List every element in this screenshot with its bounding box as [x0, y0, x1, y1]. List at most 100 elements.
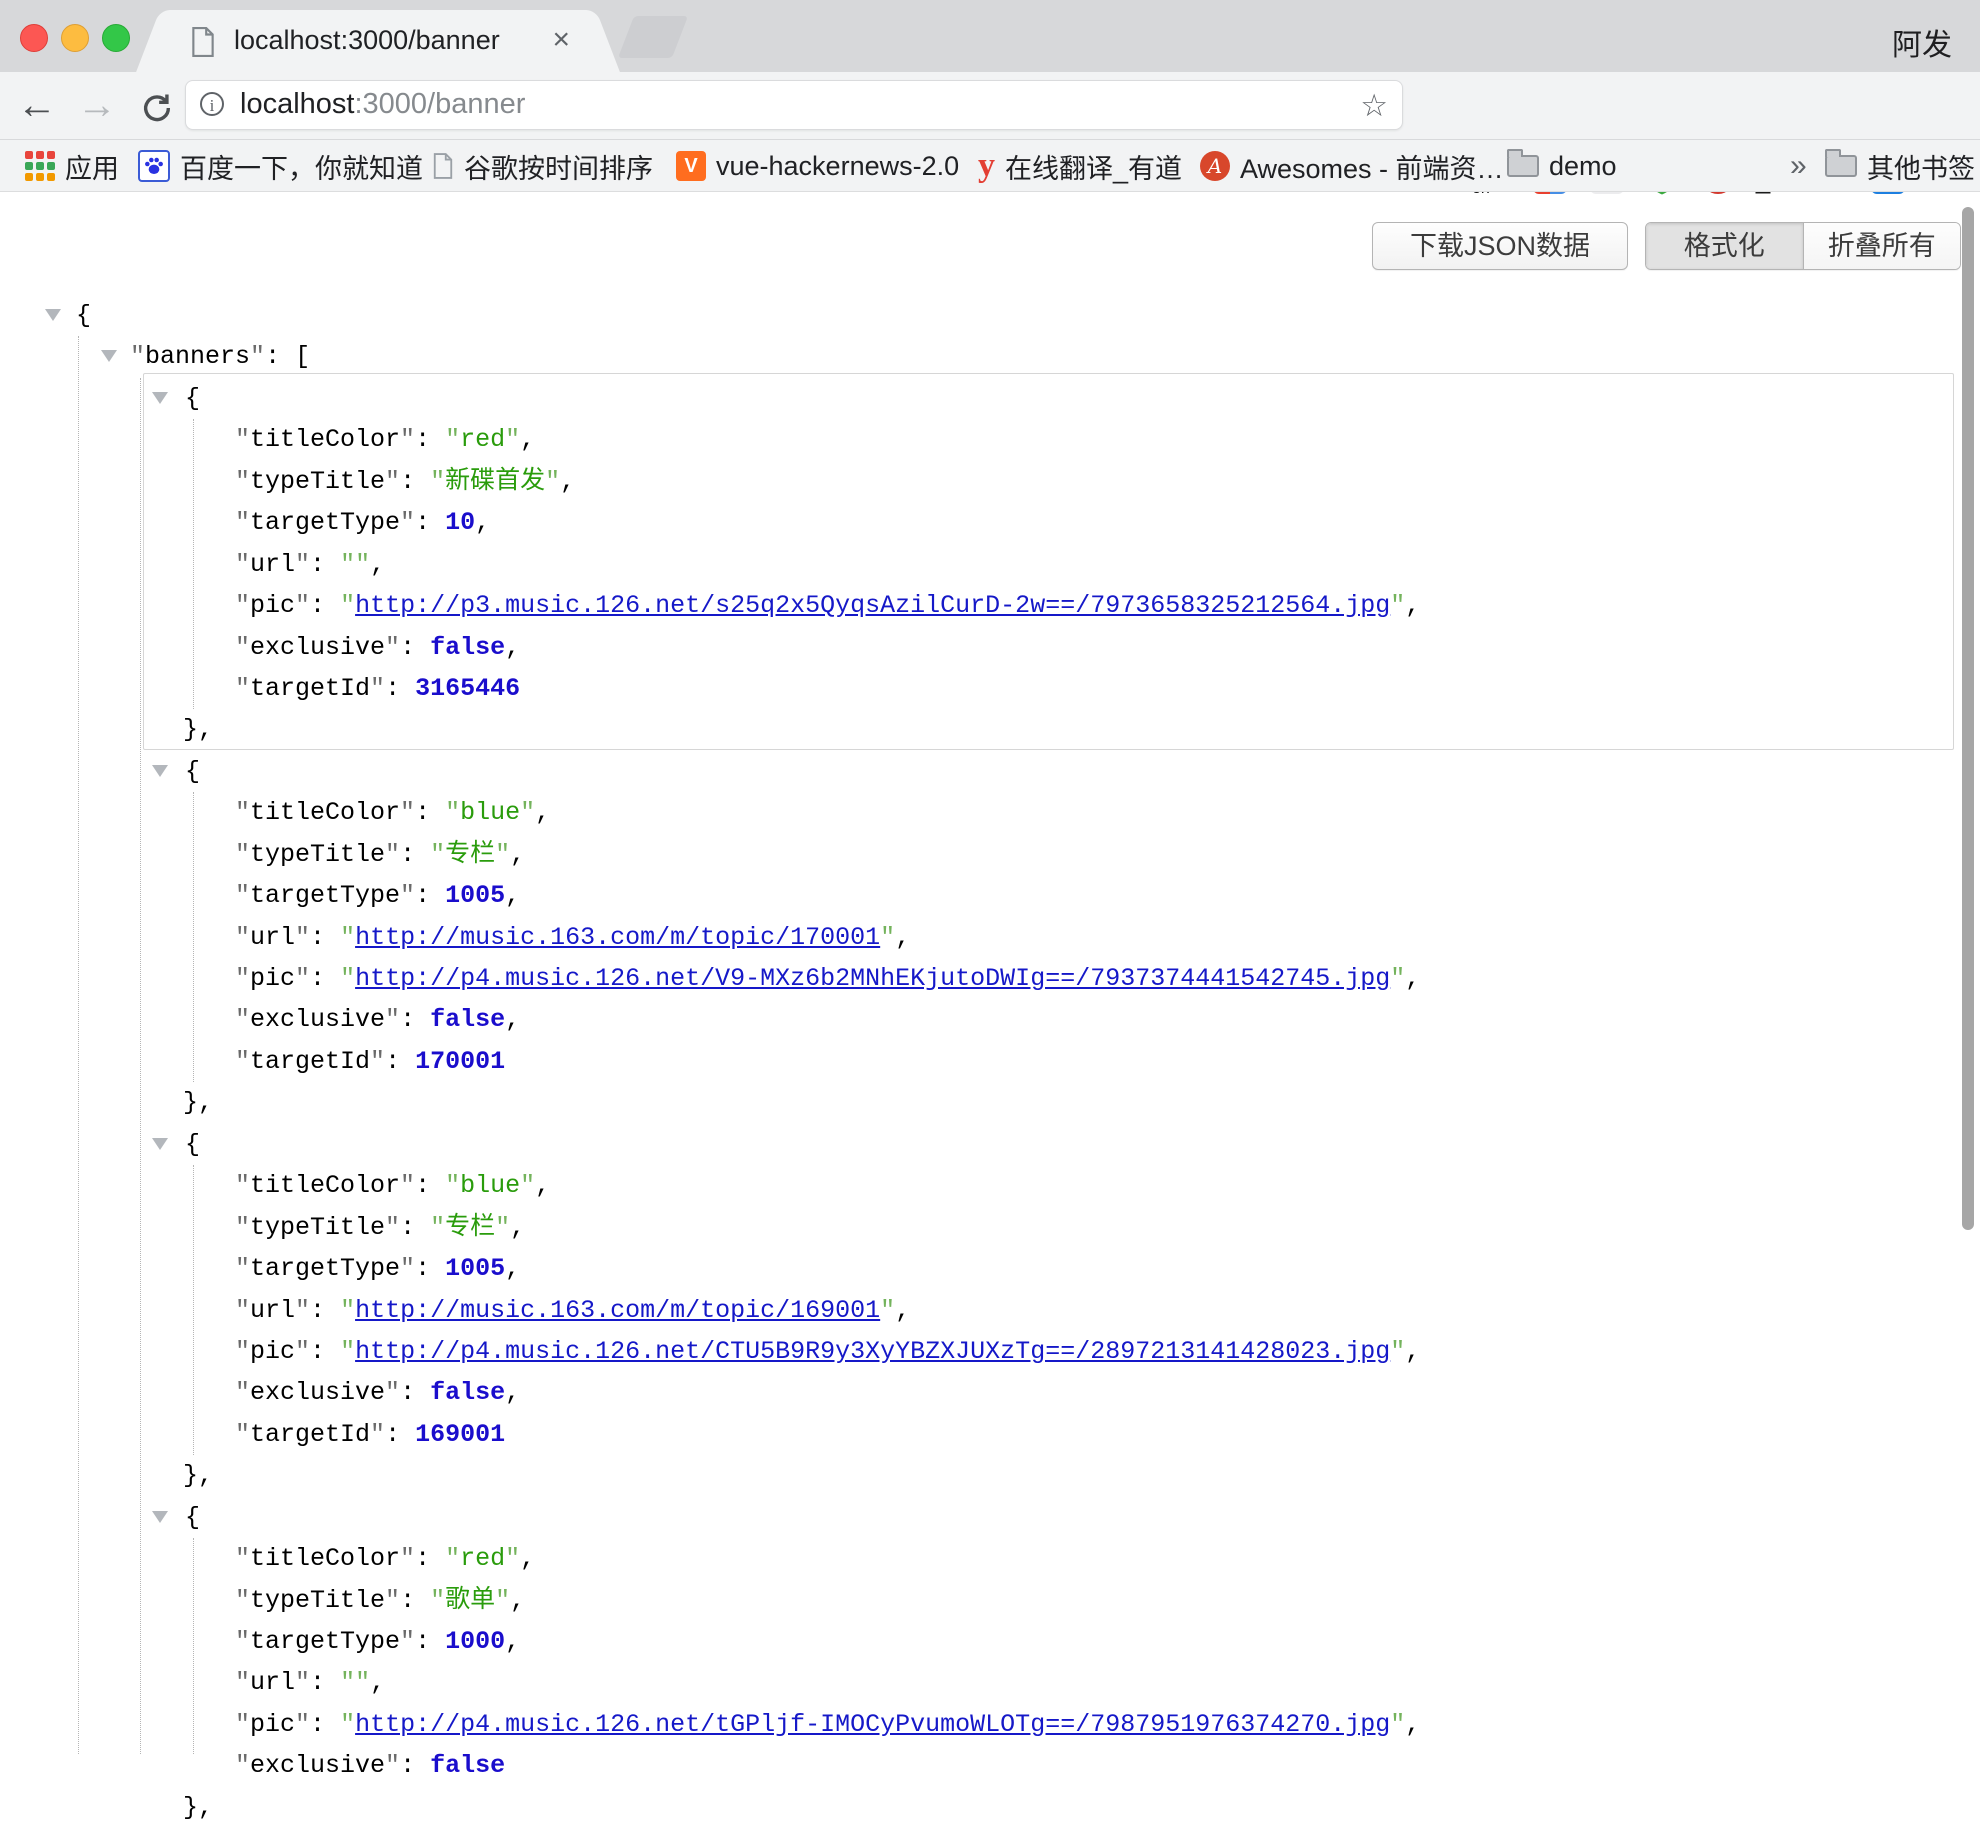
address-bar[interactable]: i localhost:3000/banner ☆	[185, 80, 1403, 130]
json-line: "exclusive": false,	[0, 627, 1980, 668]
window-zoom-button[interactable]	[102, 24, 130, 52]
quote: "	[235, 1420, 250, 1449]
format-button[interactable]: 格式化	[1646, 223, 1804, 269]
window-close-button[interactable]	[20, 24, 48, 52]
bookmark-item-google-sort[interactable]: 谷歌按时间排序	[432, 140, 653, 192]
json-token: :	[415, 1544, 445, 1573]
collapse-toggle-icon[interactable]	[152, 1511, 168, 1523]
youdao-y-icon: y	[978, 147, 995, 185]
json-link-url[interactable]: http://p4.music.126.net/CTU5B9R9y3XyYBZX…	[355, 1337, 1390, 1366]
quote: "	[400, 1627, 415, 1656]
quote: "	[880, 923, 895, 952]
json-token: ,	[505, 1005, 520, 1034]
other-bookmarks[interactable]: 其他书签	[1825, 140, 1975, 192]
address-url[interactable]: localhost:3000/banner	[240, 88, 525, 121]
collapse-toggle-icon[interactable]	[152, 392, 168, 404]
profile-name[interactable]: 阿发	[1892, 20, 1952, 64]
forward-icon[interactable]: →	[74, 82, 120, 128]
json-value: 10	[445, 508, 475, 537]
json-token: },	[183, 715, 213, 744]
json-token: :	[400, 467, 430, 496]
json-key: titleColor	[250, 798, 400, 827]
json-line: "pic": "http://p3.music.126.net/s25q2x5Q…	[0, 585, 1980, 626]
json-value: 专栏	[445, 840, 495, 869]
bookmark-item-apps[interactable]: 应用	[25, 140, 119, 192]
json-key: targetId	[250, 1047, 370, 1076]
json-key: pic	[250, 964, 295, 993]
window-titlebar: localhost:3000/banner × 阿发	[0, 0, 1980, 72]
json-key: titleColor	[250, 1544, 400, 1573]
json-token: ,	[505, 881, 520, 910]
quote: "	[235, 550, 250, 579]
json-token: ,	[510, 1213, 525, 1242]
collapse-all-button[interactable]: 折叠所有	[1804, 223, 1961, 269]
quote: "	[385, 467, 400, 496]
json-token: {	[185, 757, 200, 786]
quote: "	[385, 1378, 400, 1407]
bookmark-item-youdao[interactable]: y 在线翻译_有道	[978, 140, 1182, 192]
quote: "	[340, 1296, 355, 1325]
json-value: 170001	[415, 1047, 505, 1076]
json-line: "exclusive": false,	[0, 1372, 1980, 1413]
quote: "	[340, 1710, 355, 1739]
reload-icon[interactable]	[134, 89, 180, 135]
bookmark-item-vue-hackernews[interactable]: V vue-hackernews-2.0	[676, 140, 959, 192]
bookmark-item-demo[interactable]: demo	[1507, 140, 1617, 192]
json-line: "exclusive": false	[0, 1745, 1980, 1786]
json-link-url[interactable]: http://music.163.com/m/topic/170001	[355, 923, 880, 952]
collapse-toggle-icon[interactable]	[152, 765, 168, 777]
json-key: typeTitle	[250, 467, 385, 496]
bookmark-label: 应用	[65, 147, 119, 186]
page-info-icon[interactable]: i	[200, 92, 224, 116]
bookmark-label: vue-hackernews-2.0	[716, 151, 959, 182]
quote: "	[295, 1296, 310, 1325]
json-value: blue	[460, 1171, 520, 1200]
json-token: :	[310, 550, 340, 579]
quote: "	[880, 1296, 895, 1325]
tab-close-icon[interactable]: ×	[552, 23, 570, 57]
scrollbar-thumb[interactable]	[1962, 207, 1974, 1230]
json-value: false	[430, 633, 505, 662]
collapse-toggle-icon[interactable]	[45, 309, 61, 321]
json-token: :	[310, 1668, 340, 1697]
bookmark-item-baidu[interactable]: 百度一下，你就知道	[138, 140, 423, 192]
quote: "	[430, 840, 445, 869]
quote: "	[235, 508, 250, 537]
collapse-toggle-icon[interactable]	[152, 1138, 168, 1150]
json-value: 1005	[445, 1254, 505, 1283]
json-token: ,	[505, 1254, 520, 1283]
json-line: },	[0, 1082, 1980, 1123]
json-link-url[interactable]: http://p4.music.126.net/tGPljf-IMOCyPvum…	[355, 1710, 1390, 1739]
collapse-toggle-icon[interactable]	[101, 350, 117, 362]
download-json-button[interactable]: 下载JSON数据	[1372, 222, 1628, 270]
browser-toolbar: ← → i localhost:3000/banner ☆ V 英 en F E	[0, 72, 1980, 140]
window-minimize-button[interactable]	[61, 24, 89, 52]
json-token: {	[185, 1130, 200, 1159]
json-token: :	[310, 591, 340, 620]
json-token: :	[310, 964, 340, 993]
json-token: :	[310, 1337, 340, 1366]
bookmark-star-icon[interactable]: ☆	[1360, 88, 1388, 124]
json-line: {	[0, 1124, 1980, 1165]
json-token: :	[415, 508, 445, 537]
quote: "	[400, 1171, 415, 1200]
back-icon[interactable]: ←	[14, 82, 60, 128]
json-link-url[interactable]: http://music.163.com/m/topic/169001	[355, 1296, 880, 1325]
quote: "	[235, 1047, 250, 1076]
browser-tab[interactable]: localhost:3000/banner ×	[162, 10, 594, 72]
json-key: targetType	[250, 881, 400, 910]
bookmark-label: 在线翻译_有道	[1005, 147, 1182, 186]
bookmark-item-awesomes[interactable]: A Awesomes - 前端资…	[1200, 140, 1504, 192]
quote: "	[235, 1544, 250, 1573]
json-line: "targetType": 1005,	[0, 875, 1980, 916]
json-token: ,	[510, 1586, 525, 1615]
json-link-url[interactable]: http://p4.music.126.net/V9-MXz6b2MNhEKju…	[355, 964, 1390, 993]
json-token: :	[400, 1005, 430, 1034]
bookmarks-overflow-chevron[interactable]: »	[1790, 140, 1807, 192]
json-link-url[interactable]: http://p3.music.126.net/s25q2x5QyqsAzilC…	[355, 591, 1390, 620]
json-line: "targetId": 3165446	[0, 668, 1980, 709]
json-token: :	[415, 1254, 445, 1283]
json-value: false	[430, 1005, 505, 1034]
json-token: ,	[895, 923, 910, 952]
new-tab-button[interactable]	[618, 16, 688, 58]
